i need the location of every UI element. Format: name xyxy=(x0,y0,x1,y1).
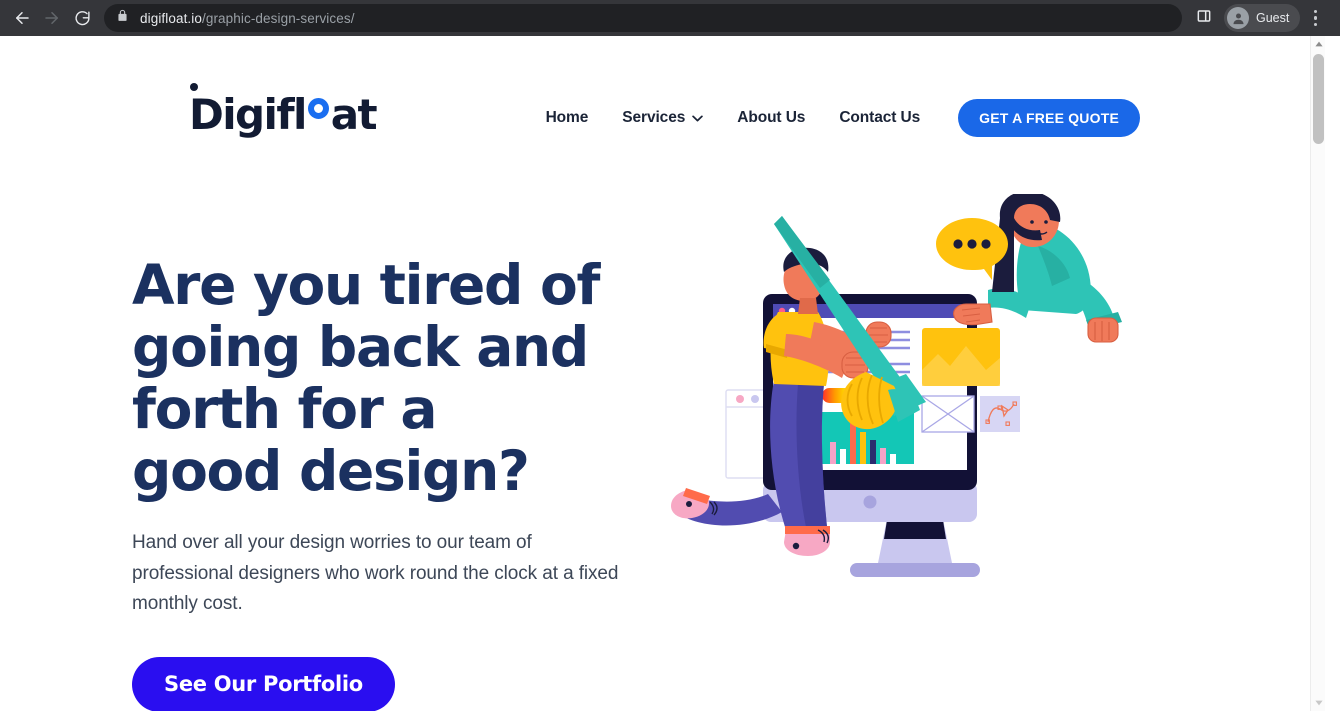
page-scrollbar[interactable] xyxy=(1310,36,1325,711)
reload-button[interactable] xyxy=(68,4,96,32)
nav-item-about-us[interactable]: About Us xyxy=(720,99,822,137)
scroll-up-arrow-icon[interactable] xyxy=(1311,36,1326,52)
hero-illustration: A xyxy=(670,194,1210,614)
profile-button[interactable]: Guest xyxy=(1224,4,1301,32)
logo-text-after: at xyxy=(330,90,378,139)
side-panel-icon xyxy=(1196,8,1212,29)
url-text: digifloat.io/graphic-design-services/ xyxy=(140,11,355,26)
image-placeholder-panel xyxy=(922,328,1000,386)
scrollbar-thumb[interactable] xyxy=(1313,54,1324,144)
profile-label: Guest xyxy=(1256,11,1290,25)
back-button[interactable] xyxy=(8,4,36,32)
main-navigation: Home Services About Us Contact Us GET A … xyxy=(529,99,1140,137)
hero-subtitle: Hand over all your design worries to our… xyxy=(132,532,619,614)
address-bar[interactable]: digifloat.io/graphic-design-services/ xyxy=(104,4,1182,32)
account-avatar-icon xyxy=(1227,7,1249,29)
logo-accent-circle-icon xyxy=(307,98,329,119)
hero-copy: Are you tired of going back and forth fo… xyxy=(132,254,652,711)
forward-arrow-icon xyxy=(43,9,61,27)
vector-path-panel xyxy=(980,396,1020,432)
get-a-free-quote-button[interactable]: GET A FREE QUOTE xyxy=(958,99,1140,137)
three-dot-menu-icon[interactable] xyxy=(1304,4,1326,32)
reload-icon xyxy=(74,10,91,27)
see-our-portfolio-button[interactable]: See Our Portfolio xyxy=(132,656,395,711)
logo-wordmark: Digifl at xyxy=(189,83,378,139)
back-arrow-icon xyxy=(13,9,31,27)
nav-item-home[interactable]: Home xyxy=(529,99,606,137)
nav-item-contact-us[interactable]: Contact Us xyxy=(822,99,937,137)
logo-dot-icon xyxy=(190,83,198,91)
url-path: /graphic-design-services/ xyxy=(202,10,355,26)
nav-item-services-label: Services xyxy=(622,109,686,126)
nav-item-services[interactable]: Services xyxy=(605,99,720,137)
browser-toolbar: digifloat.io/graphic-design-services/ Gu… xyxy=(0,0,1340,36)
woman-character xyxy=(936,194,1122,343)
site-header: Digifl at Home Services About Us Contact… xyxy=(0,36,1325,164)
browser-actions: Guest xyxy=(1190,4,1326,32)
site-logo[interactable]: Digifl at xyxy=(189,83,378,139)
scroll-down-arrow-icon[interactable] xyxy=(1311,695,1326,711)
url-host: digifloat.io xyxy=(140,10,202,26)
hero-title: Are you tired of going back and forth fo… xyxy=(132,253,600,503)
forward-button[interactable] xyxy=(38,4,66,32)
page-viewport: Digifl at Home Services About Us Contact… xyxy=(0,36,1340,711)
side-panel-button[interactable] xyxy=(1190,4,1218,32)
chevron-down-icon xyxy=(692,99,703,137)
logo-text-before: Digifl xyxy=(189,83,307,136)
wireframe-panel xyxy=(921,395,975,433)
web-page: Digifl at Home Services About Us Contact… xyxy=(0,36,1325,711)
lock-icon xyxy=(116,9,129,27)
